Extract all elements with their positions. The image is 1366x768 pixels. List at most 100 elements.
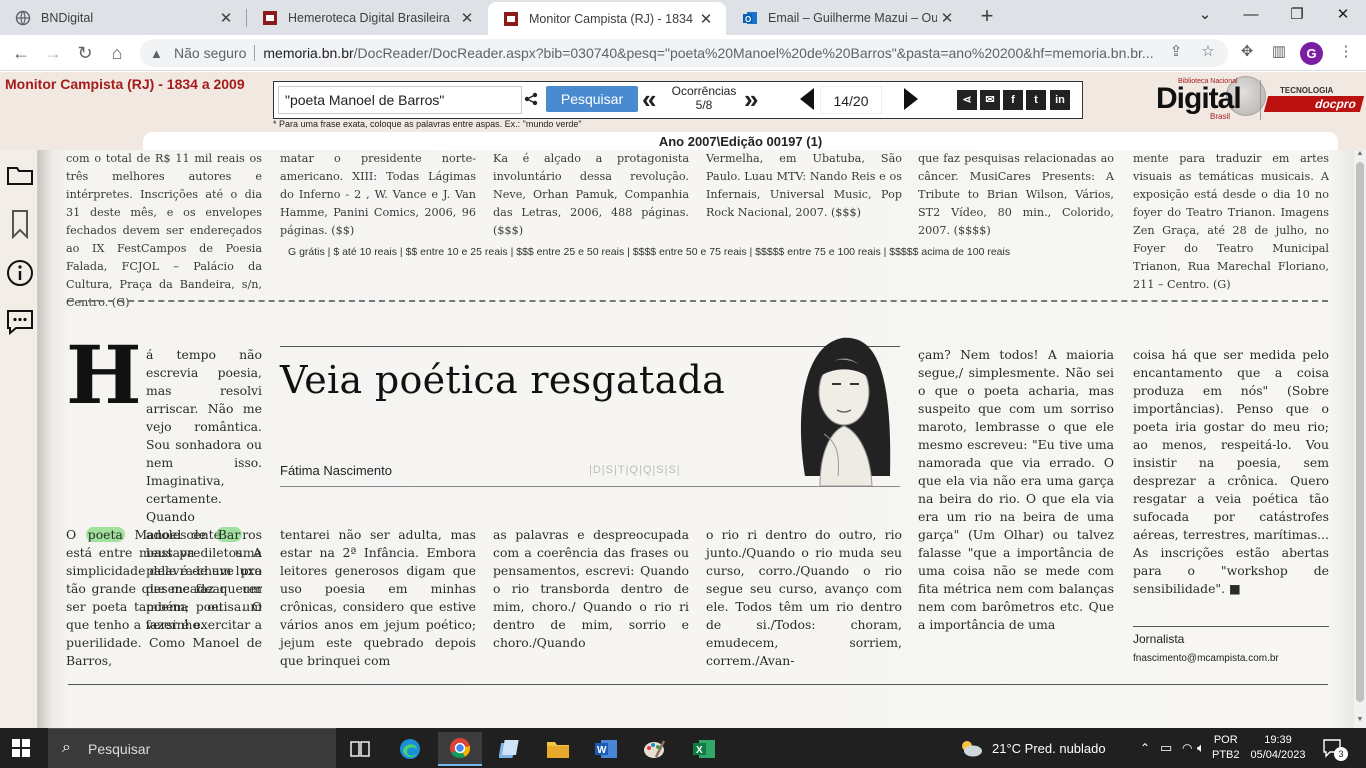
article-col-5: çam? Nem todos! A maioria segue,/ simple… xyxy=(918,347,1114,632)
menu-icon[interactable]: ⋮ xyxy=(1336,42,1356,62)
linkedin-icon[interactable]: in xyxy=(1050,90,1070,110)
chrome-icon[interactable] xyxy=(438,732,482,766)
notepad-icon[interactable] xyxy=(488,732,532,766)
reload-button[interactable]: ↻ xyxy=(72,40,98,66)
signature-role: Jornalista xyxy=(1133,632,1185,646)
clock[interactable]: 19:39 05/04/2023 xyxy=(1246,728,1310,768)
paint-icon[interactable] xyxy=(632,732,676,766)
tab-outlook[interactable]: O Email – Guilherme Mazui – Outlo ✕ xyxy=(727,0,967,35)
restore-button[interactable]: ❐ xyxy=(1274,0,1320,32)
info-icon[interactable] xyxy=(4,256,36,290)
security-label[interactable]: Não seguro xyxy=(174,45,246,61)
article-col-3: as palavras e despreocupada com a coerên… xyxy=(493,527,689,650)
url-text[interactable]: memoria.bn.br/DocReader/DocReader.aspx?b… xyxy=(263,45,1153,61)
task-view-icon[interactable] xyxy=(338,732,382,766)
search-input[interactable] xyxy=(278,86,522,114)
address-bar[interactable]: ▲ Não seguro memoria.bn.br/DocReader/Doc… xyxy=(140,39,1228,67)
svg-text:W: W xyxy=(597,745,607,756)
prev-occurrence-icon[interactable]: « xyxy=(642,86,657,112)
price-key: G grátis | $ até 10 reais | $$ entre 10 … xyxy=(288,246,1011,258)
tab-monitor-campista[interactable]: Monitor Campista (RJ) - 1834 a 2 ✕ xyxy=(488,2,726,35)
vertical-scrollbar[interactable]: ▲ ▼ xyxy=(1354,150,1366,728)
tab-title: Email – Guilherme Mazui – Outlo xyxy=(768,10,937,25)
logo-brasil-text: Brasil xyxy=(1210,112,1231,121)
close-tab-icon[interactable]: ✕ xyxy=(696,10,716,28)
volume-icon[interactable]: 🔈︎ xyxy=(1197,728,1205,768)
close-tab-icon[interactable]: ✕ xyxy=(216,9,236,27)
warning-icon[interactable]: ▲ xyxy=(150,46,168,61)
divider xyxy=(254,45,256,61)
cloud-sun-icon xyxy=(962,741,982,757)
wifi-icon[interactable]: ◠ xyxy=(1182,728,1192,768)
taskbar-search[interactable]: ⌕ Pesquisar xyxy=(48,728,336,768)
twitter-icon[interactable]: t xyxy=(1026,90,1046,110)
scroll-thumb[interactable] xyxy=(1356,162,1364,702)
text-span: O xyxy=(66,527,86,542)
page-indicator[interactable]: 14/20 xyxy=(820,86,882,114)
bn-favicon-icon xyxy=(262,10,278,26)
windows-taskbar: ⌕ Pesquisar W X 21°C Pred. nublado ⌃ ▭ ◠… xyxy=(0,728,1366,768)
search-highlight[interactable]: poeta xyxy=(85,527,125,542)
excel-icon[interactable]: X xyxy=(682,732,726,766)
article-headline: Veia poética resgatada xyxy=(280,358,726,402)
new-tab-button[interactable]: + xyxy=(976,5,998,29)
globe-icon xyxy=(15,10,31,26)
share-icon[interactable]: ⋖ xyxy=(957,90,977,110)
extensions-icon[interactable]: ✥ xyxy=(1237,42,1257,62)
email-icon[interactable]: ✉ xyxy=(980,90,1000,110)
side-panel-icon[interactable]: ▥ xyxy=(1269,42,1289,62)
page-current[interactable]: 14 xyxy=(833,93,849,109)
lang-primary: POR xyxy=(1213,734,1238,746)
notifications-icon[interactable]: 3 xyxy=(1322,728,1348,768)
minimize-button[interactable]: — xyxy=(1228,0,1274,32)
profile-avatar[interactable]: G xyxy=(1300,42,1323,65)
url-host: memoria.bn.br xyxy=(263,45,354,61)
close-tab-icon[interactable]: ✕ xyxy=(937,9,957,27)
outlook-icon: O xyxy=(742,10,758,26)
show-hidden-icons[interactable]: ⌃ xyxy=(1140,728,1150,768)
language-indicator[interactable]: POR PTB2 xyxy=(1212,728,1240,768)
tab-bndigital[interactable]: BNDigital ✕ xyxy=(0,0,246,35)
logo-divider xyxy=(1260,80,1261,120)
share-page-icon[interactable]: ⇪ xyxy=(1166,42,1186,62)
forward-button[interactable]: → xyxy=(40,40,66,66)
prev-page-icon[interactable] xyxy=(800,88,814,110)
close-tab-icon[interactable]: ✕ xyxy=(457,9,477,27)
tab-hemeroteca[interactable]: Hemeroteca Digital Brasileira ✕ xyxy=(247,0,487,35)
facebook-icon[interactable]: f xyxy=(1003,90,1023,110)
bn-digital-logo[interactable]: Biblioteca Nacional Digital Brasil TECNO… xyxy=(1150,76,1366,124)
search-button[interactable]: Pesquisar xyxy=(546,86,638,112)
next-page-icon[interactable] xyxy=(904,88,918,110)
clock-date: 05/04/2023 xyxy=(1250,749,1306,761)
bn-favicon-icon xyxy=(503,11,519,27)
battery-icon[interactable]: ▭ xyxy=(1160,728,1172,768)
viewer-sidebar xyxy=(0,150,38,728)
bookmark-icon[interactable] xyxy=(4,207,36,241)
scroll-up-icon[interactable]: ▲ xyxy=(1356,150,1364,157)
url-path: /DocReader/DocReader.aspx?bib=030740&pes… xyxy=(353,45,1154,61)
logo-digital-text: Digital xyxy=(1156,82,1242,115)
toolbar: ← → ↻ ⌂ ▲ Não seguro memoria.bn.br/DocRe… xyxy=(0,35,1366,71)
svg-text:X: X xyxy=(696,745,703,756)
section-divider xyxy=(68,300,1328,302)
docpro-logo: docpro xyxy=(1263,96,1365,112)
close-window-button[interactable]: ✕ xyxy=(1320,0,1366,32)
bookmark-star-icon[interactable]: ☆ xyxy=(1198,42,1218,62)
weather-widget[interactable]: 21°C Pred. nublado xyxy=(958,728,1106,768)
folder-icon[interactable] xyxy=(4,158,36,192)
occurrences-label: Ocorrências xyxy=(671,84,737,98)
share-icon[interactable] xyxy=(524,92,542,109)
comments-icon[interactable] xyxy=(4,305,36,339)
word-icon[interactable]: W xyxy=(584,732,628,766)
back-button[interactable]: ← xyxy=(8,40,34,66)
home-button[interactable]: ⌂ xyxy=(104,40,130,66)
newspaper-page[interactable]: com o total de R$ 11 mil reais os três m… xyxy=(38,150,1354,728)
windows-start-icon[interactable] xyxy=(12,739,30,757)
search-highlight[interactable]: Bar xyxy=(215,527,243,542)
top-column-3: Ka é alçado a protagonista involuntário … xyxy=(493,152,689,237)
tab-search-icon[interactable]: ⌄ xyxy=(1182,0,1228,32)
file-explorer-icon[interactable] xyxy=(536,732,580,766)
next-occurrence-icon[interactable]: » xyxy=(744,86,759,112)
scroll-down-icon[interactable]: ▼ xyxy=(1356,716,1364,723)
edge-icon[interactable] xyxy=(388,732,432,766)
